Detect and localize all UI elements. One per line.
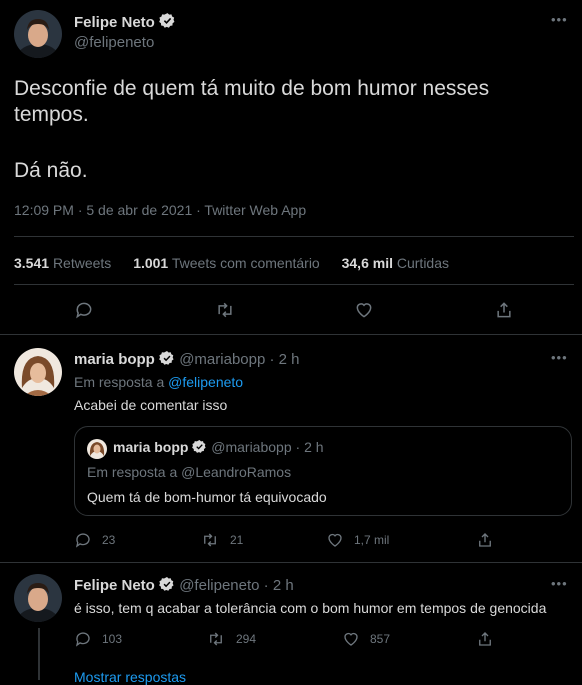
author-name[interactable]: Felipe Neto [74,577,155,594]
more-options-icon[interactable]: ••• [551,350,568,365]
more-options-icon[interactable]: ••• [551,576,568,591]
tweet-text: é isso, tem q acabar a tolerância com o … [74,600,547,616]
reply-icon [75,632,90,647]
stats-row: 3.541 Retweets 1.001 Tweets com comentár… [14,255,449,271]
verified-badge-icon [159,351,174,365]
more-options-icon[interactable]: ••• [551,12,568,27]
author-handle[interactable]: @felipeneto [179,577,259,594]
share-icon[interactable] [476,630,494,653]
divider [14,284,574,285]
tweet-text-line: tempos. [14,103,89,126]
avatar [87,439,107,459]
reply-to-link[interactable]: @felipeneto [168,374,243,390]
author-name: maria bopp [113,439,189,455]
stat-retweets-value: 3.541 [14,255,50,271]
stat-likes-label: Curtidas [396,255,450,271]
thread-line [38,628,40,680]
author-name[interactable]: maria bopp [74,351,155,368]
stat-quotes-value: 1.001 [133,255,169,271]
divider [0,334,582,335]
tweet-text-line: Dá não. [14,159,88,182]
divider [0,562,582,563]
verified-badge-icon [192,439,206,453]
stat-retweets-label: Retweets [52,255,112,271]
reply-to-line: Em resposta a @LeandroRamos [87,464,292,480]
retweet-icon [204,533,216,547]
author-handle[interactable]: @mariabopp [179,351,265,368]
share-icon[interactable] [494,300,514,325]
like-action[interactable]: 857 [342,630,390,648]
like-count: 1,7 mil [354,533,390,547]
tweet-time: · 2 h [295,439,324,455]
stat-likes[interactable]: 34,6 mil Curtidas [342,255,449,271]
reply-icon[interactable] [74,300,94,325]
tweet-meta[interactable]: 12:09 PM · 5 de abr de 2021 · Twitter We… [14,202,306,218]
like-icon[interactable] [354,300,374,325]
reply-icon [75,533,90,548]
share-icon[interactable] [476,531,494,554]
tweet-text: Acabei de comentar isso [74,397,228,413]
like-icon [328,533,342,547]
stat-retweets[interactable]: 3.541 Retweets [14,255,115,271]
like-count: 857 [370,632,391,646]
quoted-tweet[interactable]: maria bopp @mariabopp · 2 h Em resposta … [74,426,572,516]
quoted-text: Quem tá de bom-humor tá equivocado [87,489,327,505]
retweet-action[interactable]: 294 [206,630,256,648]
author-name[interactable]: Felipe Neto [74,14,155,31]
show-replies-link[interactable]: Mostrar respostas [74,669,186,685]
verified-badge-icon [159,13,175,28]
tweet-text-line: Desconfie de quem tá muito de bom humor … [14,77,490,100]
tweet-time[interactable]: · 2 h [264,577,294,594]
stat-quotes-label: Tweets com comentário [171,255,320,271]
avatar[interactable] [14,574,62,622]
retweet-action[interactable]: 21 [200,531,243,549]
retweet-icon [210,632,222,646]
author-handle: @mariabopp [211,439,292,455]
divider [14,236,574,237]
tweet-time[interactable]: · 2 h [269,351,299,368]
avatar[interactable] [14,10,62,58]
reply-to-prefix: Em resposta a [74,374,165,390]
avatar[interactable] [14,348,62,396]
stat-likes-value: 34,6 mil [341,255,393,271]
reply-count: 103 [102,632,123,646]
author-handle[interactable]: @felipeneto [74,34,154,51]
retweet-icon[interactable] [214,300,236,325]
verified-badge-icon [159,577,174,591]
like-icon [344,632,358,646]
reply-count: 23 [102,533,116,547]
retweet-count: 21 [230,533,244,547]
like-action[interactable]: 1,7 mil [326,531,389,549]
retweet-count: 294 [236,632,257,646]
reply-action[interactable]: 23 [74,531,115,549]
stat-quotes[interactable]: 1.001 Tweets com comentário [133,255,323,271]
reply-action[interactable]: 103 [74,630,122,648]
